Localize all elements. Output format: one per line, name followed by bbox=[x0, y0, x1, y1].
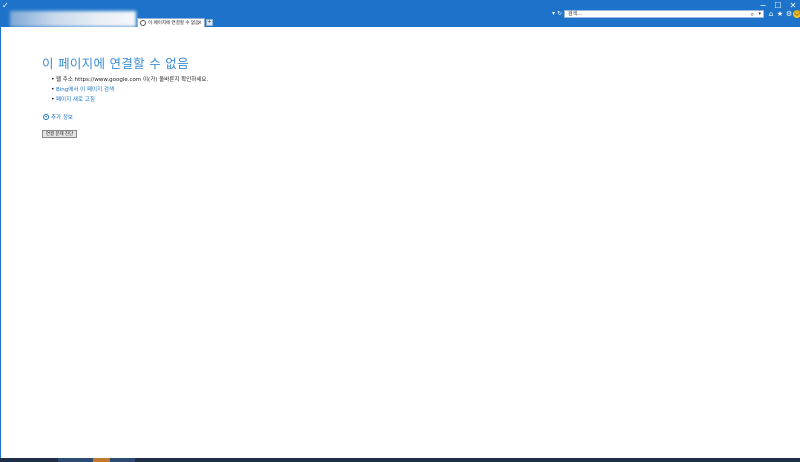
taskbar-item[interactable] bbox=[110, 458, 135, 462]
tab-close-icon[interactable]: × bbox=[198, 19, 202, 27]
list-item[interactable]: Bing에서 이 페이지 검색 bbox=[51, 85, 208, 95]
more-info-toggle[interactable]: ▾ 추가 정보 bbox=[43, 113, 73, 121]
check-address-text: 웹 주소 https://www.google.com 이(가) 올바른지 확인… bbox=[56, 77, 209, 83]
suggestion-list: 웹 주소 https://www.google.com 이(가) 올바른지 확인… bbox=[51, 75, 208, 105]
new-tab-button[interactable]: + bbox=[206, 19, 213, 26]
diagnose-connection-button[interactable]: 연결 문제 진단 bbox=[42, 130, 77, 138]
address-dropdown-icon[interactable]: ▾ bbox=[552, 10, 555, 18]
bing-search-link[interactable]: Bing에서 이 페이지 검색 bbox=[56, 87, 114, 93]
search-placeholder: 검색... bbox=[568, 11, 582, 17]
maximize-button[interactable]: ☐ bbox=[771, 1, 785, 10]
list-item: 웹 주소 https://www.google.com 이(가) 올바른지 확인… bbox=[51, 75, 208, 85]
search-icon[interactable]: ⌕ bbox=[751, 11, 754, 18]
taskbar-item[interactable] bbox=[58, 458, 93, 462]
favorites-icon[interactable]: ★ bbox=[776, 10, 784, 18]
search-input[interactable]: 검색... ⌕ ▾ bbox=[564, 10, 764, 18]
tab-active[interactable]: 이 페이지에 연결할 수 없음 × bbox=[137, 18, 205, 27]
chevron-down-icon[interactable]: ▾ bbox=[43, 114, 49, 120]
taskbar bbox=[0, 458, 800, 462]
address-bar[interactable] bbox=[10, 11, 136, 27]
minimize-button[interactable]: − bbox=[756, 1, 770, 10]
feedback-smiley-icon[interactable]: ☺ bbox=[793, 10, 800, 18]
taskbar-item[interactable] bbox=[93, 458, 110, 462]
page-content: 이 페이지에 연결할 수 없음 웹 주소 https://www.google.… bbox=[0, 27, 800, 458]
page-title: 이 페이지에 연결할 수 없음 bbox=[42, 56, 189, 71]
app-logo-icon: ✓ bbox=[2, 1, 9, 10]
search-dropdown-icon[interactable]: ▾ bbox=[758, 11, 761, 18]
tab-label: 이 페이지에 연결할 수 없음 bbox=[148, 21, 200, 26]
browser-chrome: ✓ − ☐ ✕ ▾ ↻ 검색... ⌕ ▾ ⌂ ★ ⚙ ☺ 이 페이지에 연결할… bbox=[0, 0, 800, 27]
home-icon[interactable]: ⌂ bbox=[767, 10, 775, 18]
refresh-icon[interactable]: ↻ bbox=[557, 10, 562, 18]
refresh-page-link[interactable]: 페이지 새로 고침 bbox=[56, 97, 95, 103]
list-item[interactable]: 페이지 새로 고침 bbox=[51, 95, 208, 105]
gear-icon[interactable]: ⚙ bbox=[785, 10, 793, 18]
close-button[interactable]: ✕ bbox=[786, 1, 800, 10]
tab-page-icon bbox=[140, 20, 146, 26]
more-info-label[interactable]: 추가 정보 bbox=[51, 113, 73, 121]
